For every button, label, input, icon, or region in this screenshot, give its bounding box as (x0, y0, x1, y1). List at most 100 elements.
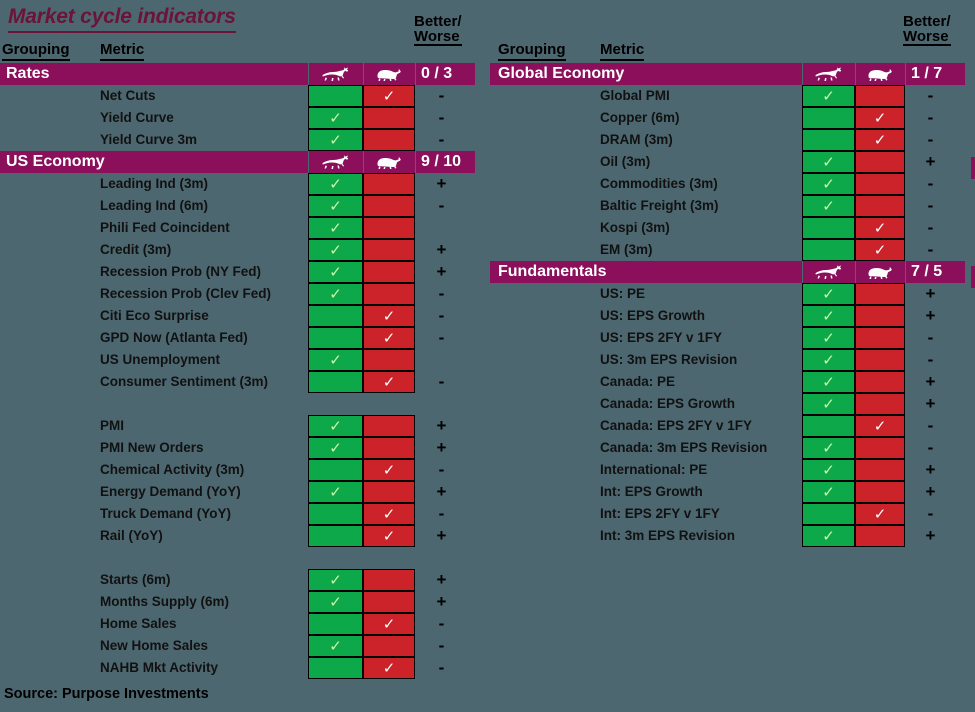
bull-check-icon (803, 130, 854, 150)
bear-check-icon: ✓ (382, 308, 396, 325)
bear-cell: ✓ (363, 613, 415, 635)
change-indicator: - (927, 108, 934, 127)
bear-cell: ✓ (855, 107, 905, 129)
metric-row: Global PMI ✓ - (490, 85, 975, 107)
bear-cell: ✓ (855, 217, 905, 239)
bull-check-icon: ✓ (822, 352, 835, 369)
bear-check-icon (364, 218, 414, 238)
metric-row: DRAM (3m) ✓ - (490, 129, 975, 151)
bull-cell: ✓ (308, 481, 363, 503)
metric-label: Energy Demand (YoY) (100, 484, 241, 499)
bear-check-icon: ✓ (382, 88, 396, 105)
metric-label: New Home Sales (100, 638, 209, 653)
bear-check-icon (856, 460, 904, 480)
bear-icon (363, 151, 415, 173)
metric-label: Home Sales (100, 616, 177, 631)
bull-cell (308, 327, 363, 349)
bear-check-icon: ✓ (382, 330, 396, 347)
better-label-right: Better/ (903, 13, 951, 30)
metric-label: Canada: EPS Growth (600, 396, 736, 411)
metric-row: International: PE ✓ + (490, 459, 975, 481)
bull-cell (802, 239, 855, 261)
group-header-row: US Economy 9 / 10 (0, 151, 490, 173)
bull-check-icon (803, 504, 854, 524)
bear-cell (855, 327, 905, 349)
metric-label: US: EPS Growth (600, 308, 706, 323)
metric-label: DRAM (3m) (600, 132, 673, 147)
group-header-row: Fundamentals 7 / 5 (490, 261, 975, 283)
bull-cell: ✓ (802, 349, 855, 371)
metric-row: Copper (6m) ✓ - (490, 107, 975, 129)
metric-label: Consumer Sentiment (3m) (100, 374, 269, 389)
metric-row: US Unemployment ✓ (0, 349, 490, 371)
change-indicator: - (438, 86, 445, 105)
bull-check-icon (803, 218, 854, 238)
group-band: Fundamentals 7 / 5 (490, 261, 965, 283)
bear-check-icon (856, 372, 904, 392)
bull-check-icon (309, 658, 362, 678)
bull-cell (308, 613, 363, 635)
change-indicator: + (925, 152, 936, 171)
bull-cell: ✓ (802, 283, 855, 305)
metric-row: GPD Now (Atlanta Fed) ✓ - (0, 327, 490, 349)
change-indicator: - (438, 614, 445, 633)
bear-check-icon (364, 240, 414, 260)
bear-check-icon: ✓ (382, 506, 396, 523)
bear-check-icon (856, 174, 904, 194)
bear-cell: ✓ (855, 415, 905, 437)
bull-check-icon: ✓ (822, 198, 835, 215)
bull-check-icon: ✓ (822, 308, 835, 325)
column-header-metric-right: Metric (600, 41, 645, 61)
bull-check-icon (803, 108, 854, 128)
metric-row: Int: EPS 2FY v 1FY ✓ - (490, 503, 975, 525)
metric-label: Starts (6m) (100, 572, 171, 587)
bull-cell (308, 459, 363, 481)
change-indicator: + (436, 416, 447, 435)
bear-check-icon (364, 570, 414, 590)
bull-cell: ✓ (308, 173, 363, 195)
bull-cell: ✓ (802, 393, 855, 415)
bull-cell: ✓ (308, 591, 363, 613)
band-separator (905, 261, 906, 283)
bull-check-icon (309, 306, 362, 326)
bear-check-icon: ✓ (382, 528, 396, 545)
bull-cell (802, 217, 855, 239)
change-indicator: + (925, 306, 936, 325)
change-indicator: - (438, 504, 445, 523)
bull-check-icon: ✓ (822, 528, 835, 545)
bear-check-icon (364, 174, 414, 194)
bear-check-icon (856, 482, 904, 502)
bear-check-icon: ✓ (382, 462, 396, 479)
change-indicator: + (436, 240, 447, 259)
bear-cell (363, 481, 415, 503)
bull-check-icon: ✓ (822, 396, 835, 413)
group-score: 1 / 7 (911, 65, 943, 82)
metric-row: Yield Curve ✓ - (0, 107, 490, 129)
bull-cell: ✓ (308, 107, 363, 129)
metric-label: Citi Eco Surprise (100, 308, 209, 323)
edge-artifact-upper (971, 157, 975, 179)
metric-label: Rail (YoY) (100, 528, 163, 543)
bull-cell (308, 305, 363, 327)
change-indicator: - (927, 174, 934, 193)
metric-label: Commodities (3m) (600, 176, 718, 191)
bull-cell (308, 371, 363, 393)
bear-cell (363, 261, 415, 283)
bull-cell: ✓ (802, 85, 855, 107)
metric-label: Canada: 3m EPS Revision (600, 440, 768, 455)
metric-label: Credit (3m) (100, 242, 172, 257)
market-cycle-indicators-page: Market cycle indicators Grouping Metric … (0, 0, 975, 712)
change-indicator: + (436, 570, 447, 589)
bull-cell: ✓ (308, 283, 363, 305)
metric-row: Starts (6m) ✓ + (0, 569, 490, 591)
group-name: Rates (6, 65, 50, 82)
change-indicator: - (438, 306, 445, 325)
bull-check-icon: ✓ (329, 198, 342, 215)
bear-cell (363, 107, 415, 129)
column-header-grouping-left: Grouping (2, 41, 70, 61)
bear-cell: ✓ (855, 239, 905, 261)
change-indicator: + (436, 438, 447, 457)
change-indicator: + (436, 174, 447, 193)
metric-row: Net Cuts ✓ - (0, 85, 490, 107)
bull-cell: ✓ (308, 129, 363, 151)
